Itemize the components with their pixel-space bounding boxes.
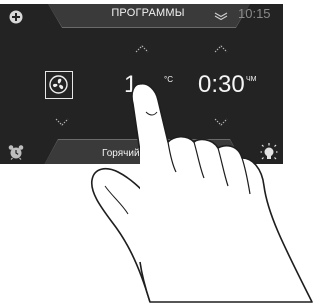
double-chevron-down-icon[interactable]: [214, 12, 228, 21]
page-title: ПРОГРАММЫ: [111, 7, 185, 19]
clock-display: 10:15: [238, 6, 271, 21]
pointing-hand-illustration: [90, 82, 313, 303]
